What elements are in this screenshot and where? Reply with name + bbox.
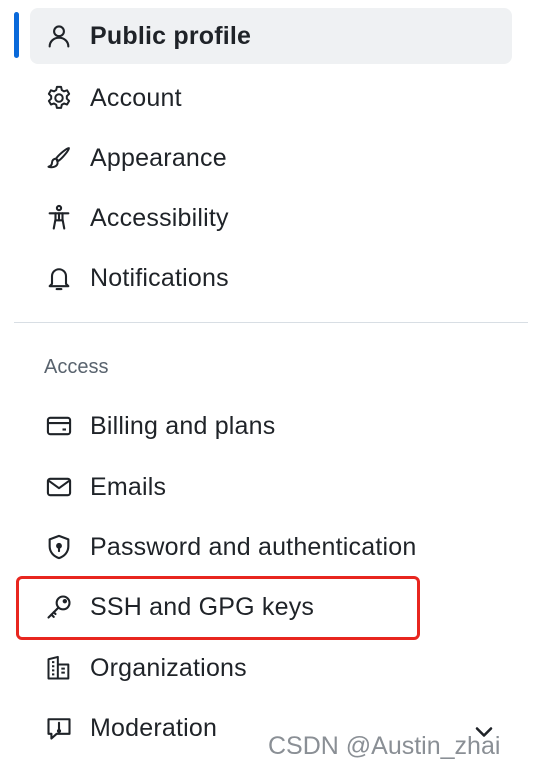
settings-sidebar: Public profile Account Appearance Access… (0, 0, 558, 768)
sidebar-item-notifications[interactable]: Notifications (30, 250, 512, 306)
report-icon (44, 713, 74, 743)
active-indicator (14, 12, 19, 58)
mail-icon (44, 472, 74, 502)
sidebar-item-public-profile[interactable]: Public profile (30, 8, 512, 64)
sidebar-item-label: Public profile (90, 21, 252, 50)
organization-icon (44, 653, 74, 683)
shield-lock-icon (44, 532, 74, 562)
sidebar-item-label: Notifications (90, 263, 229, 292)
person-icon (44, 21, 74, 51)
sidebar-item-account[interactable]: Account (30, 70, 512, 126)
sidebar-item-label: Accessibility (90, 203, 229, 232)
sidebar-item-password[interactable]: Password and authentication (30, 519, 512, 575)
sidebar-item-emails[interactable]: Emails (30, 459, 512, 515)
watermark-text: CSDN @Austin_zhai (268, 732, 501, 760)
sidebar-item-label: SSH and GPG keys (90, 592, 315, 621)
credit-card-icon (44, 411, 74, 441)
sidebar-item-billing[interactable]: Billing and plans (30, 398, 512, 454)
gear-icon (44, 83, 74, 113)
sidebar-item-label: Billing and plans (90, 411, 276, 440)
accessibility-icon (44, 203, 74, 233)
sidebar-item-ssh-gpg-keys[interactable]: SSH and GPG keys (30, 579, 512, 635)
sidebar-item-appearance[interactable]: Appearance (30, 130, 512, 186)
sidebar-item-label: Appearance (90, 143, 227, 172)
sidebar-item-label: Emails (90, 472, 167, 501)
sidebar-item-label: Account (90, 83, 182, 112)
sidebar-item-accessibility[interactable]: Accessibility (30, 190, 512, 246)
paintbrush-icon (44, 143, 74, 173)
sidebar-item-label: Moderation (90, 713, 218, 742)
sidebar-item-label: Organizations (90, 653, 247, 682)
section-divider (14, 322, 528, 323)
bell-icon (44, 263, 74, 293)
key-icon (44, 592, 74, 622)
sidebar-item-organizations[interactable]: Organizations (30, 640, 512, 696)
section-heading-access: Access (44, 356, 109, 378)
sidebar-item-label: Password and authentication (90, 532, 417, 561)
